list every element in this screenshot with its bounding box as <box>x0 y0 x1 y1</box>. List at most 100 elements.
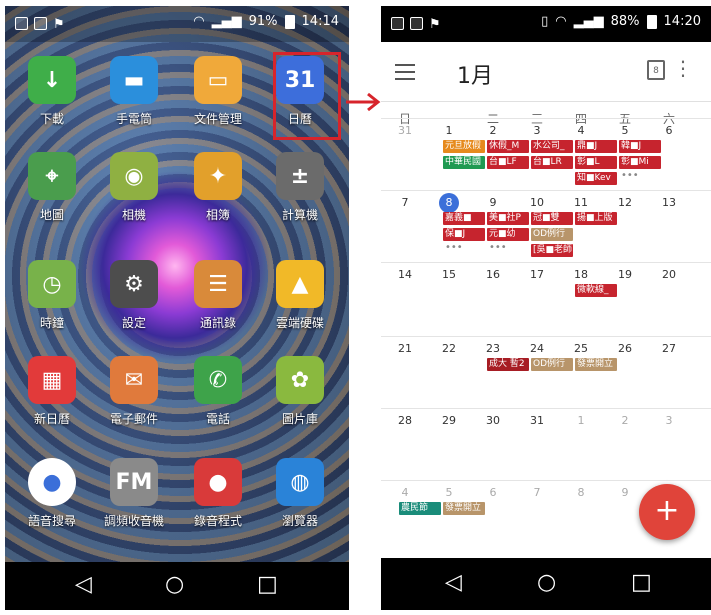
home-button[interactable]: ○ <box>537 570 556 595</box>
event-chip[interactable]: 台■LR <box>531 156 573 169</box>
event-chip[interactable]: 保■J <box>443 228 485 241</box>
day-number[interactable]: 4 <box>559 124 603 137</box>
day-number[interactable]: 14 <box>383 268 427 281</box>
menu-icon[interactable] <box>395 64 415 85</box>
event-chip[interactable]: [吳■老師 <box>531 244 573 257</box>
app-mic[interactable]: ● 語音搜尋 <box>11 458 93 529</box>
more-options-icon[interactable]: ⋮ <box>673 56 693 80</box>
day-number[interactable]: 19 <box>603 268 647 281</box>
app-map[interactable]: ⌖ 地圖 <box>11 152 93 223</box>
app-gear[interactable]: ⚙ 設定 <box>93 260 175 331</box>
day-number[interactable]: 9 <box>471 196 515 209</box>
event-chip[interactable]: 元■幼 <box>487 228 529 241</box>
day-number[interactable]: 5 <box>603 124 647 137</box>
event-chip[interactable]: 農民節 <box>399 502 441 515</box>
event-chip[interactable]: 彰■Mi <box>619 156 661 169</box>
event-chip[interactable]: 元旦放假 <box>443 140 485 153</box>
app-new-calendar[interactable]: ▦ 新日曆 <box>11 356 93 427</box>
more-events-indicator[interactable]: ••• <box>621 170 639 181</box>
day-number[interactable]: 7 <box>383 196 427 209</box>
month-title[interactable]: 1月 <box>457 58 493 90</box>
day-number[interactable]: 26 <box>603 342 647 355</box>
event-chip[interactable]: 美■社P <box>487 212 529 225</box>
day-number[interactable]: 11 <box>559 196 603 209</box>
app-gallery[interactable]: ✿ 圖片庫 <box>259 356 341 427</box>
day-number[interactable]: 3 <box>515 124 559 137</box>
app-folder[interactable]: ▭ 文件管理 <box>177 56 259 127</box>
event-chip[interactable]: 嘉義■ <box>443 212 485 225</box>
app-radio[interactable]: FM 調頻收音機 <box>93 458 175 529</box>
day-number[interactable]: 1 <box>427 124 471 137</box>
app-clock[interactable]: ◷ 時鐘 <box>11 260 93 331</box>
event-chip[interactable]: 水公司_ <box>531 140 573 153</box>
day-number[interactable]: 18 <box>559 268 603 281</box>
day-number[interactable]: 9 <box>603 486 647 499</box>
today-button[interactable]: 8 <box>647 60 665 80</box>
event-chip[interactable]: 台■LF <box>487 156 529 169</box>
day-number[interactable]: 24 <box>515 342 559 355</box>
day-number[interactable]: 13 <box>647 196 691 209</box>
day-number[interactable]: 6 <box>471 486 515 499</box>
day-number[interactable]: 5 <box>427 486 471 499</box>
app-pinwheel[interactable]: ✦ 相簿 <box>177 152 259 223</box>
day-number[interactable]: 28 <box>383 414 427 427</box>
day-number[interactable]: 22 <box>427 342 471 355</box>
day-number[interactable]: 23 <box>471 342 515 355</box>
day-number[interactable]: 7 <box>515 486 559 499</box>
app-contacts[interactable]: ☰ 通訊錄 <box>177 260 259 331</box>
event-chip[interactable]: 揚■上版 <box>575 212 617 225</box>
event-chip[interactable]: 中華民國 <box>443 156 485 169</box>
event-chip[interactable]: 韓■J <box>619 140 661 153</box>
event-chip[interactable]: 發票開立 <box>443 502 485 515</box>
event-chip[interactable]: 發票開立 <box>575 358 617 371</box>
app-flashlight[interactable]: ▬ 手電筒 <box>93 56 175 127</box>
recents-button[interactable]: □ <box>257 572 278 597</box>
day-number[interactable]: 16 <box>471 268 515 281</box>
event-chip[interactable]: 冠■雙 <box>531 212 573 225</box>
more-events-indicator[interactable]: ••• <box>489 242 507 253</box>
event-chip[interactable]: OD例行 <box>531 228 573 241</box>
event-chip[interactable]: OD例行 <box>531 358 573 371</box>
day-number[interactable]: 15 <box>427 268 471 281</box>
app-record[interactable]: ● 錄音程式 <box>177 458 259 529</box>
event-chip[interactable]: 休假_M <box>487 140 529 153</box>
event-chip[interactable]: 成大 暫2 <box>487 358 529 371</box>
app-download[interactable]: ↓ 下載 <box>11 56 93 127</box>
event-chip[interactable]: 知■Kev <box>575 172 617 185</box>
day-number[interactable]: 21 <box>383 342 427 355</box>
back-button[interactable]: ◁ <box>75 572 92 597</box>
day-number[interactable]: 29 <box>427 414 471 427</box>
day-number[interactable]: 30 <box>471 414 515 427</box>
day-number[interactable]: 31 <box>515 414 559 427</box>
day-number[interactable]: 1 <box>559 414 603 427</box>
day-number[interactable]: 4 <box>383 486 427 499</box>
recents-button[interactable]: □ <box>631 570 652 595</box>
app-globe[interactable]: ◍ 瀏覽器 <box>259 458 341 529</box>
event-chip[interactable]: 微軟線_ <box>575 284 617 297</box>
app-drive[interactable]: ▲ 雲端硬碟 <box>259 260 341 331</box>
day-number[interactable]: 10 <box>515 196 559 209</box>
event-chip[interactable]: 鼎■J <box>575 140 617 153</box>
day-number[interactable]: 25 <box>559 342 603 355</box>
app-phone[interactable]: ✆ 電話 <box>177 356 259 427</box>
app-camera[interactable]: ◉ 相機 <box>93 152 175 223</box>
day-number[interactable]: 20 <box>647 268 691 281</box>
day-number[interactable]: 2 <box>471 124 515 137</box>
add-event-button[interactable]: + <box>639 484 695 540</box>
more-events-indicator[interactable]: ••• <box>445 242 463 253</box>
home-button[interactable]: ○ <box>165 572 184 597</box>
day-number[interactable]: 27 <box>647 342 691 355</box>
day-number[interactable]: 8 <box>427 196 471 209</box>
day-number[interactable]: 31 <box>383 124 427 137</box>
app-label: 手電筒 <box>115 112 152 126</box>
day-number[interactable]: 17 <box>515 268 559 281</box>
day-number[interactable]: 6 <box>647 124 691 137</box>
day-number[interactable]: 2 <box>603 414 647 427</box>
day-number[interactable]: 12 <box>603 196 647 209</box>
app-email[interactable]: ✉ 電子郵件 <box>93 356 175 427</box>
back-button[interactable]: ◁ <box>445 570 462 595</box>
app-calculator[interactable]: ± 計算機 <box>259 152 341 223</box>
day-number[interactable]: 3 <box>647 414 691 427</box>
event-chip[interactable]: 彰■L <box>575 156 617 169</box>
day-number[interactable]: 8 <box>559 486 603 499</box>
